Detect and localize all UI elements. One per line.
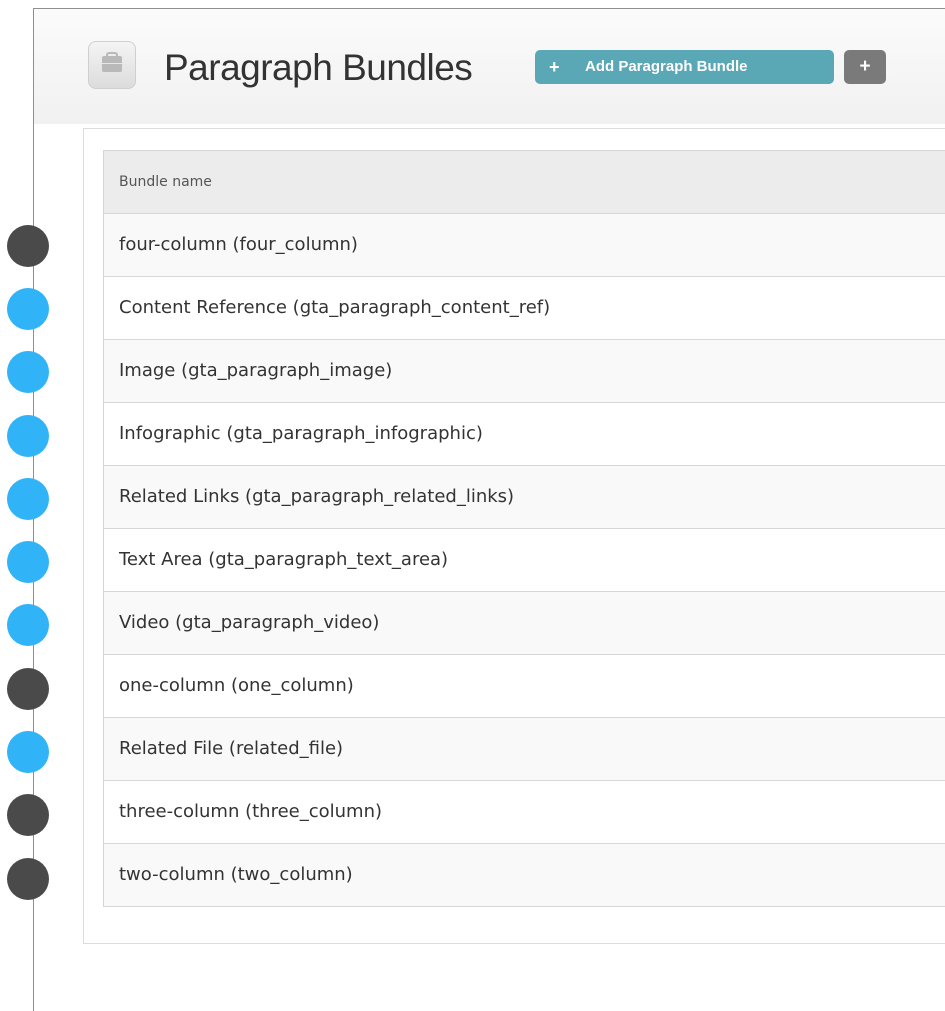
table-row[interactable]: Content Reference (gta_paragraph_content… [104, 277, 945, 340]
bundle-table: Bundle name four-column (four_column) Co… [103, 150, 945, 907]
blue-marker-dot [7, 604, 49, 646]
dark-marker-dot [7, 668, 49, 710]
table-row[interactable]: Infographic (gta_paragraph_infographic) [104, 403, 945, 466]
add-paragraph-bundle-label: Add Paragraph Bundle [585, 58, 748, 75]
dark-marker-dot [7, 858, 49, 900]
table-row[interactable]: four-column (four_column) [104, 214, 945, 277]
blue-marker-dot [7, 478, 49, 520]
table-row[interactable]: two-column (two_column) [104, 844, 945, 907]
bundle-icon [88, 41, 136, 89]
blue-marker-dot [7, 351, 49, 393]
page-title: Paragraph Bundles [164, 47, 473, 88]
table-row[interactable]: three-column (three_column) [104, 781, 945, 844]
add-more-button[interactable]: + [844, 50, 886, 84]
bundle-glyph [102, 52, 122, 72]
dark-marker-dot [7, 794, 49, 836]
table-row[interactable]: Related Links (gta_paragraph_related_lin… [104, 466, 945, 529]
blue-marker-dot [7, 288, 49, 330]
table-row[interactable]: Related File (related_file) [104, 718, 945, 781]
dark-marker-dot [7, 225, 49, 267]
plus-icon: + [549, 57, 560, 77]
add-paragraph-bundle-button[interactable]: + Add Paragraph Bundle [535, 50, 834, 84]
table-row[interactable]: one-column (one_column) [104, 655, 945, 718]
table-row[interactable]: Video (gta_paragraph_video) [104, 592, 945, 655]
table-row[interactable]: Image (gta_paragraph_image) [104, 340, 945, 403]
blue-marker-dot [7, 731, 49, 773]
column-header-bundle-name: Bundle name [104, 151, 945, 214]
blue-marker-dot [7, 415, 49, 457]
blue-marker-dot [7, 541, 49, 583]
table-row[interactable]: Text Area (gta_paragraph_text_area) [104, 529, 945, 592]
